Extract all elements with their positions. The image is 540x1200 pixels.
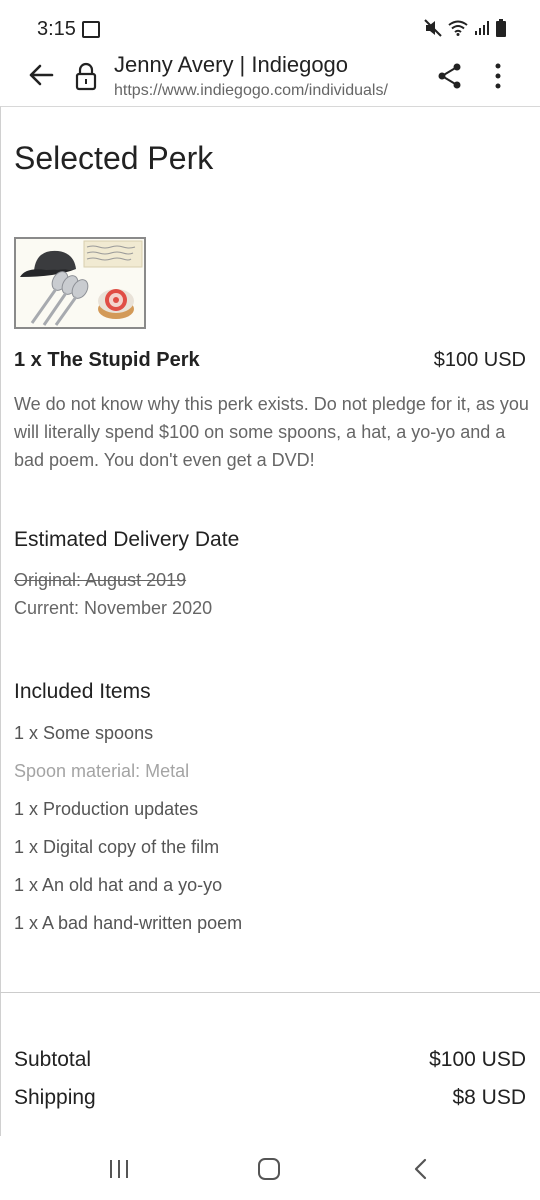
page-url: https://www.indiegogo.com/individuals/ — [114, 82, 388, 99]
battery-icon — [496, 19, 506, 37]
nav-back-icon[interactable] — [410, 1158, 430, 1180]
perk-illustration — [20, 240, 143, 326]
back-arrow-icon[interactable] — [26, 60, 56, 90]
delivery-current-date: Current: November 2020 — [14, 598, 213, 618]
wifi-icon — [448, 20, 468, 36]
delivery-original-date: Original: August 2019 — [14, 570, 187, 590]
mute-icon — [424, 19, 442, 37]
yo-yo — [98, 289, 134, 319]
list-item: 1 x A bad hand-written poem — [14, 913, 243, 933]
perk-price: $100 USD — [433, 349, 526, 371]
browser-toolbar: Jenny Avery | Indiegogo https://www.indi… — [0, 48, 540, 108]
spoons — [30, 271, 89, 326]
list-item: 1 x Some spoons — [14, 723, 154, 743]
share-icon[interactable] — [436, 62, 464, 90]
list-item-attribute: Spoon material: Metal — [14, 761, 190, 781]
home-icon[interactable] — [258, 1158, 280, 1180]
list-item: 1 x An old hat and a yo-yo — [14, 875, 223, 895]
shipping-value: $8 USD — [452, 1086, 526, 1109]
system-nav-bar — [0, 1136, 540, 1200]
delivery-heading: Estimated Delivery Date — [14, 528, 240, 551]
included-items-heading: Included Items — [14, 680, 151, 703]
page-title: Jenny Avery | Indiegogo — [114, 52, 349, 77]
more-options-icon[interactable] — [486, 62, 510, 90]
section-divider — [0, 992, 540, 993]
gallery-notification-icon — [82, 21, 100, 38]
status-icons — [424, 19, 506, 37]
cap — [20, 250, 76, 277]
lock-icon[interactable] — [74, 62, 98, 92]
signal-icon — [475, 21, 489, 35]
perk-name: 1 x The Stupid Perk — [14, 349, 200, 371]
list-item: 1 x Digital copy of the film — [14, 837, 220, 857]
poem-note — [83, 240, 143, 268]
selected-perk-heading: Selected Perk — [14, 140, 214, 176]
included-items-list: 1 x Some spoons Spoon material: Metal 1 … — [14, 723, 242, 951]
shipping-label: Shipping — [14, 1086, 96, 1109]
recent-apps-icon[interactable] — [108, 1160, 130, 1178]
perk-description: We do not know why this perk exists. Do … — [14, 394, 529, 470]
perk-image — [14, 237, 146, 329]
list-item: 1 x Production updates — [14, 799, 199, 819]
subtotal-value: $100 USD — [429, 1048, 526, 1071]
status-time: 3:15 — [37, 18, 76, 40]
subtotal-label: Subtotal — [14, 1048, 92, 1071]
